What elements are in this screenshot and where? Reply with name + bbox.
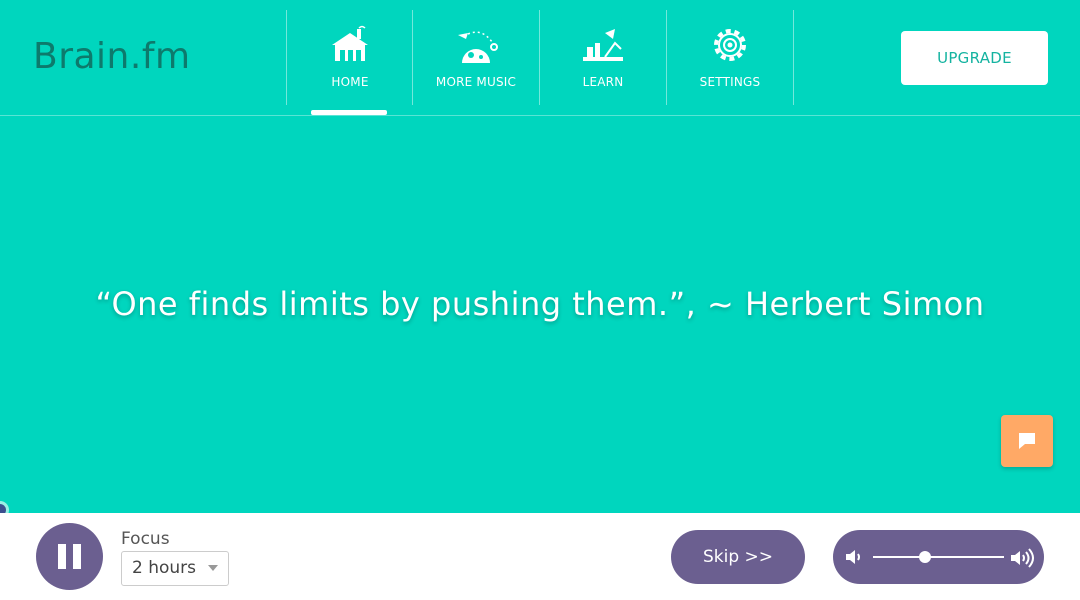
nav-item-learn[interactable]: LEARN	[539, 10, 666, 105]
duration-value: 2 hours	[132, 558, 197, 578]
gear-icon	[714, 29, 746, 61]
music-icon	[458, 31, 498, 63]
top-nav-bar: Brain.fm HOME MORE MUSIC LEARN SETTINGS …	[0, 0, 1080, 116]
caret-down-icon	[208, 565, 218, 571]
volume-high-icon[interactable]	[1010, 548, 1036, 568]
chat-button[interactable]	[1001, 415, 1053, 467]
nav-label-learn: LEARN	[582, 75, 624, 89]
player-bar: Focus 2 hours Skip >>	[0, 513, 1080, 600]
mode-label: Focus	[121, 529, 170, 549]
pause-icon-bar-right	[73, 544, 81, 569]
volume-control	[833, 530, 1044, 584]
volume-slider-track[interactable]	[873, 556, 1004, 558]
nav-label-more-music: MORE MUSIC	[435, 75, 517, 89]
volume-slider-handle[interactable]	[919, 551, 932, 563]
logo[interactable]: Brain.fm	[33, 36, 191, 77]
nav-label-settings: SETTINGS	[699, 75, 761, 89]
nav-item-more-music[interactable]: MORE MUSIC	[412, 10, 539, 105]
nav-item-settings[interactable]: SETTINGS	[666, 10, 794, 105]
skip-button[interactable]: Skip >>	[671, 530, 805, 584]
chat-icon	[1019, 433, 1035, 449]
pause-button[interactable]	[36, 523, 103, 590]
nav-item-home[interactable]: HOME	[286, 10, 413, 105]
nav-label-home: HOME	[331, 75, 369, 89]
duration-dropdown[interactable]: 2 hours	[121, 551, 229, 586]
pause-icon-bar-left	[58, 544, 66, 569]
quote-text: “One finds limits by pushing them.”, ~ H…	[95, 285, 985, 323]
lamp-icon	[583, 29, 623, 61]
active-tab-indicator	[311, 110, 387, 115]
volume-low-icon[interactable]	[845, 548, 865, 566]
upgrade-button[interactable]: UPGRADE	[901, 31, 1048, 85]
home-icon	[332, 25, 368, 61]
